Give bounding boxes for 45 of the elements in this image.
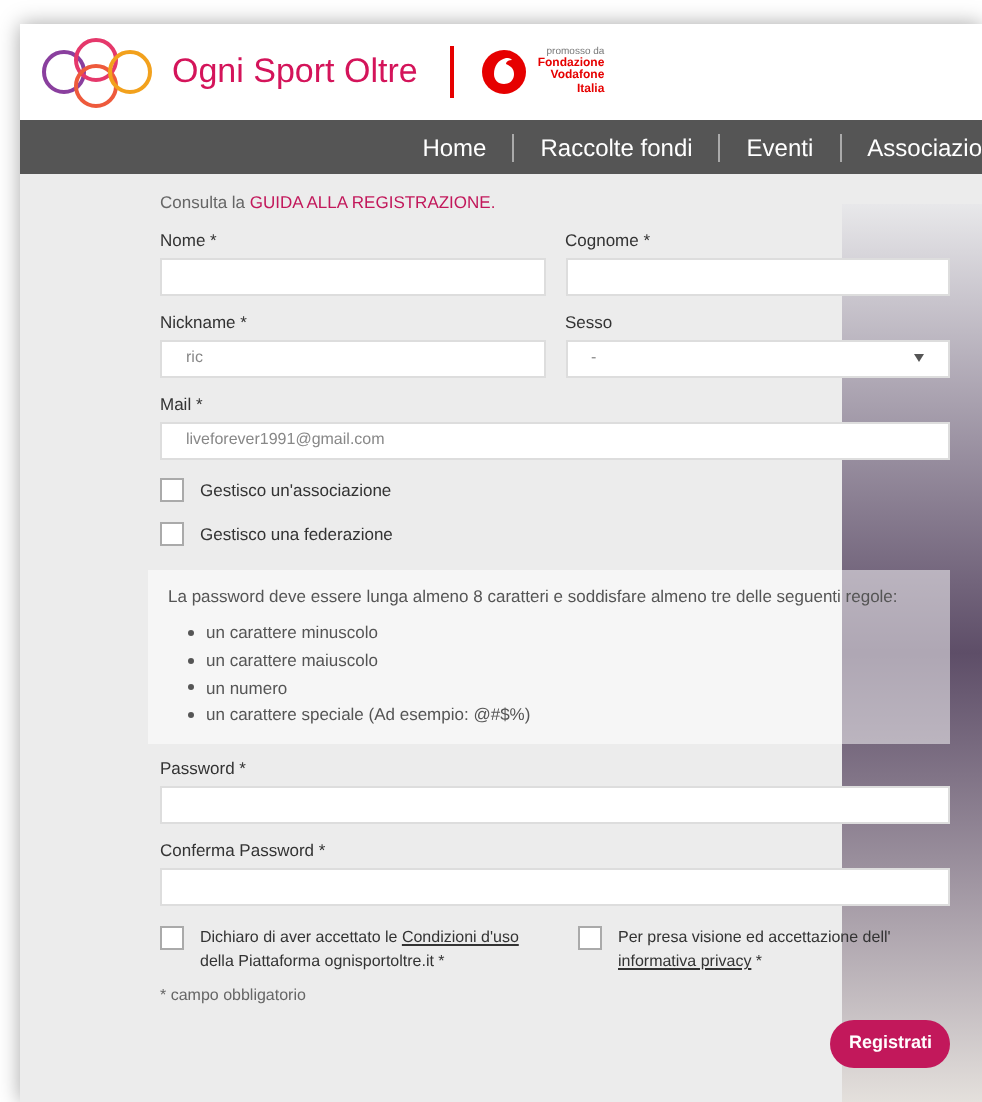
terms-link[interactable]: Condizioni d'uso: [401, 928, 519, 946]
field-label: Nome *: [160, 227, 219, 250]
caret-icon: [914, 354, 924, 363]
checkbox[interactable]: [160, 478, 184, 503]
rule-text: un carattere minuscolo: [206, 620, 378, 646]
input-field[interactable]: [565, 257, 950, 296]
vodafone-logo-icon: [481, 50, 526, 94]
input-field[interactable]: liveforever1991@gmail.com: [160, 421, 950, 460]
field-label: Cognome *: [565, 227, 653, 250]
password-rules-text: La password deve essere lunga almeno 8 caratteri e soddisfare almeno tre delle seguenti regole:: [168, 584, 900, 610]
guide-link[interactable]: GUIDA ALLA REGISTRAZIONE.: [249, 192, 496, 212]
nav-link[interactable]: Raccolte fondi: [540, 129, 693, 165]
field-label: Mail *: [160, 391, 205, 414]
brand-name: Ogni Sport Oltre: [172, 50, 418, 95]
input-field[interactable]: ric: [160, 339, 545, 378]
field-label: Sesso: [565, 309, 615, 332]
required-note: * campo obbligatorio: [160, 984, 308, 1008]
terms-link[interactable]: informativa privacy: [618, 952, 752, 970]
rule-text: un numero: [206, 675, 288, 701]
nav-link[interactable]: Eventi: [746, 129, 814, 165]
input-field[interactable]: [160, 786, 950, 824]
checkbox[interactable]: [160, 926, 184, 950]
checkbox-label: Gestisco una federazione: [200, 521, 393, 547]
register-button[interactable]: Registrati: [830, 1020, 950, 1067]
sex-select[interactable]: -: [565, 339, 950, 378]
field-label: Conferma Password *: [160, 838, 328, 860]
checkbox-label: Gestisco un'associazione: [200, 477, 392, 503]
bullet-icon: [188, 629, 194, 636]
rings-logo-icon: [40, 32, 156, 112]
bullet-icon: [188, 712, 194, 719]
input-field[interactable]: [160, 257, 545, 296]
field-label: Nickname *: [160, 309, 249, 332]
checkbox[interactable]: [160, 521, 184, 546]
field-label: Password *: [160, 756, 248, 778]
checkbox[interactable]: [578, 926, 602, 950]
bullet-icon: [188, 657, 194, 664]
consent-text: Dichiaro di aver accettato le Condizioni d'uso della Piattaforma ognisportoltre.it *: [200, 926, 521, 974]
rule-text: un carattere speciale (Ad esempio: @#$%): [206, 702, 531, 728]
bullet-icon: [188, 684, 194, 691]
consent-text: Per presa visione ed accettazione dell' informativa privacy *: [618, 926, 893, 974]
nav-link[interactable]: Associazio: [867, 129, 982, 165]
input-field[interactable]: [160, 868, 950, 906]
nav-link[interactable]: Home: [422, 129, 487, 165]
rule-text: un carattere maiuscolo: [206, 647, 378, 673]
registration-guide-text: Consulta la GUIDA ALLA REGISTRAZIONE.: [160, 190, 498, 216]
